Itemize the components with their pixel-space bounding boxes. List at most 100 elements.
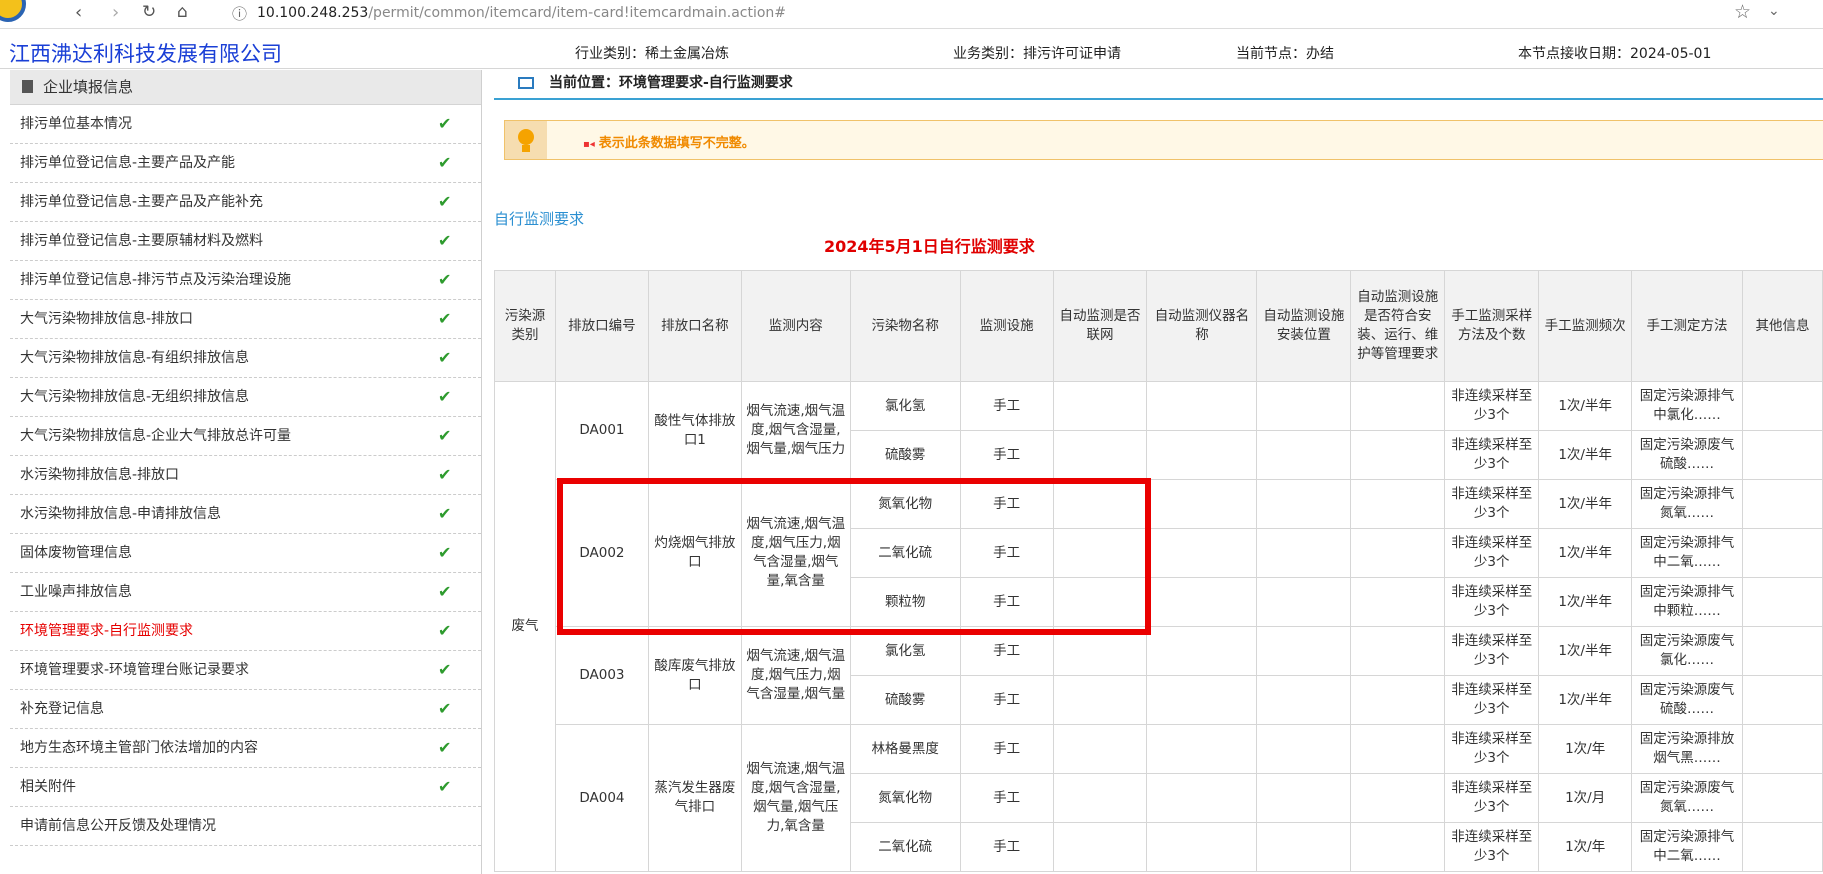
table-cell	[1742, 430, 1823, 480]
table-cell	[1350, 430, 1446, 480]
table-cell	[1256, 822, 1352, 872]
column-header: 自动监测设施安装位置	[1256, 270, 1352, 382]
sidebar-title: 企业填报信息	[10, 70, 481, 105]
sidebar-item-label: 排污单位登记信息-主要产品及产能	[20, 155, 236, 171]
table-cell	[1742, 724, 1823, 774]
column-header: 手工监测采样方法及个数	[1444, 270, 1540, 382]
sidebar-item[interactable]: 排污单位登记信息-主要产品及产能 ✔	[10, 144, 481, 183]
sidebar-item-label: 大气污染物排放信息-企业大气排放总许可量	[20, 428, 292, 444]
table-cell	[1052, 675, 1148, 725]
sidebar-item-label: 大气污染物排放信息-无组织排放信息	[20, 389, 250, 405]
sidebar-item[interactable]: 环境管理要求-自行监测要求 ✔	[10, 612, 481, 651]
sidebar-item[interactable]: 大气污染物排放信息-无组织排放信息 ✔	[10, 378, 481, 417]
company-name: 江西沸达利科技发展有限公司	[9, 42, 282, 66]
sidebar-item[interactable]: 工业噪声排放信息 ✔	[10, 573, 481, 612]
sidebar-item-label: 排污单位登记信息-主要原辅材料及燃料	[20, 233, 264, 249]
table-cell	[1146, 773, 1258, 823]
table-cell	[1256, 528, 1352, 578]
back-icon[interactable]: ‹	[75, 2, 82, 23]
table-cell: 硫酸雾	[849, 675, 961, 725]
sidebar-item[interactable]: 排污单位基本情况 ✔	[10, 105, 481, 144]
table-cell	[1052, 528, 1148, 578]
sidebar-item[interactable]: 固体废物管理信息 ✔	[10, 534, 481, 573]
table-cell	[1742, 626, 1823, 676]
table-cell: 手工	[959, 773, 1054, 823]
table-cell: 固定污染源排放烟气黑……	[1631, 724, 1744, 774]
table-cell: 1次/半年	[1538, 675, 1633, 725]
forward-icon[interactable]: ›	[112, 2, 119, 23]
sidebar-item[interactable]: 大气污染物排放信息-排放口 ✔	[10, 300, 481, 339]
table-cell: 烟气流速,烟气温度,烟气含湿量,烟气量,烟气压力,氧含量	[740, 724, 851, 872]
table-row[interactable]: 废气 DA001 酸性气体排放口1 烟气流速,烟气温度,烟气含湿量,烟气量,烟气压力氯…	[494, 381, 1823, 872]
table-cell	[1742, 479, 1823, 529]
column-header: 自动监测是否联网	[1052, 270, 1148, 382]
sidebar-item[interactable]: 排污单位登记信息-排污节点及污染治理设施 ✔	[10, 261, 481, 300]
table-cell: 非连续采样至少3个	[1444, 430, 1540, 480]
table-cell	[1350, 528, 1446, 578]
table-cell: 氮氧化物	[849, 773, 961, 823]
sidebar-item[interactable]: 环境管理要求-环境管理台账记录要求 ✔	[10, 651, 481, 690]
table-cell: 林格曼黑度	[849, 724, 961, 774]
bookmark-star-icon[interactable]: ☆	[1734, 1, 1751, 23]
sidebar-item-label: 相关附件	[20, 779, 76, 795]
table-cell	[1146, 381, 1258, 431]
check-icon: ✔	[438, 348, 452, 367]
table-row[interactable]: DA004 蒸汽发生器废气排口 烟气流速,烟气温度,烟气含湿量,烟气量,烟气压力,氧…	[495, 724, 1823, 872]
table-cell: 手工	[959, 528, 1054, 578]
table-cell	[1146, 479, 1258, 529]
sidebar-item[interactable]: 大气污染物排放信息-企业大气排放总许可量 ✔	[10, 417, 481, 456]
check-icon: ✔	[438, 504, 452, 523]
sidebar-item[interactable]: 申请前信息公开反馈及处理情况	[10, 807, 481, 846]
browser-logo-icon[interactable]	[0, 0, 26, 22]
table-row[interactable]: DA002 灼烧烟气排放口 烟气流速,烟气温度,烟气压力,烟气含湿量,烟气量,氧含量…	[495, 479, 1823, 627]
reload-icon[interactable]: ↻	[142, 2, 156, 22]
table-cell: 非连续采样至少3个	[1444, 479, 1540, 529]
table-cell: 废气	[494, 381, 556, 872]
home-icon[interactable]: ⌂	[177, 2, 188, 22]
sidebar-item[interactable]: 排污单位登记信息-主要原辅材料及燃料 ✔	[10, 222, 481, 261]
sidebar-item[interactable]: 相关附件 ✔	[10, 768, 481, 807]
sidebar-item[interactable]: 排污单位登记信息-主要产品及产能补充 ✔	[10, 183, 481, 222]
table-cell: DA004	[554, 724, 649, 872]
browser-toolbar: ‹ › ↻ ⌂ ⓘ 10.100.248.253/permit/common/i…	[0, 0, 1823, 29]
table-cell	[1052, 626, 1148, 676]
check-icon: ✔	[438, 621, 452, 640]
table-cell: 1次/半年	[1538, 430, 1633, 480]
sidebar-item[interactable]: 地方生态环境主管部门依法增加的内容 ✔	[10, 729, 481, 768]
column-header: 污染物名称	[849, 270, 961, 382]
table-cell	[1146, 430, 1258, 480]
sidebar-item-label: 大气污染物排放信息-排放口	[20, 311, 194, 327]
column-header: 自动监测设施是否符合安装、运行、维护等管理要求	[1350, 270, 1446, 382]
check-icon: ✔	[438, 777, 452, 796]
table-cell	[1052, 479, 1148, 529]
sidebar-item[interactable]: 大气污染物排放信息-有组织排放信息 ✔	[10, 339, 481, 378]
table-header-row: 污染源类别 排放口编号 排放口名称 监测内容 污染物名称 监测设施 自动监测是否联网 自动监测…	[494, 270, 1823, 382]
sidebar-item-label: 排污单位登记信息-主要产品及产能补充	[20, 194, 264, 210]
table-row[interactable]: DA003 酸库废气排放口 烟气流速,烟气温度,烟气压力,烟气含湿量,烟气量 氯化氢手…	[495, 626, 1823, 725]
sidebar-item[interactable]: 水污染物排放信息-排放口 ✔	[10, 456, 481, 495]
table-cell: 氯化氢	[849, 626, 961, 676]
check-icon: ✔	[438, 660, 452, 679]
document-icon	[22, 80, 33, 93]
table-cell: 1次/年	[1538, 724, 1633, 774]
table-cell: 酸库废气排放口	[647, 626, 742, 725]
table-cell: 固定污染源排气氮氧……	[1631, 479, 1744, 529]
info-icon[interactable]: ⓘ	[232, 3, 247, 24]
sidebar-item[interactable]: 水污染物排放信息-申请排放信息 ✔	[10, 495, 481, 534]
table-cell	[1052, 381, 1148, 431]
table-cell: 烟气流速,烟气温度,烟气压力,烟气含湿量,烟气量,氧含量	[740, 479, 851, 627]
table-cell	[1350, 626, 1446, 676]
table-cell	[1256, 430, 1352, 480]
check-icon: ✔	[438, 231, 452, 250]
address-bar[interactable]: 10.100.248.253/permit/common/itemcard/it…	[257, 5, 786, 21]
chevron-down-icon[interactable]: ⌄	[1768, 3, 1780, 19]
sidebar-item[interactable]: 补充登记信息 ✔	[10, 690, 481, 729]
sidebar-item-label: 地方生态环境主管部门依法增加的内容	[20, 740, 258, 756]
table-cell: 1次/半年	[1538, 528, 1633, 578]
check-icon: ✔	[438, 387, 452, 406]
table-cell: DA002	[554, 479, 649, 627]
sidebar-item-label: 排污单位登记信息-排污节点及污染治理设施	[20, 272, 292, 288]
table-title: 2024年5月1日自行监测要求	[824, 237, 1035, 256]
table-cell: 固定污染源排气中氯化……	[1631, 381, 1744, 431]
column-header: 监测设施	[959, 270, 1054, 382]
